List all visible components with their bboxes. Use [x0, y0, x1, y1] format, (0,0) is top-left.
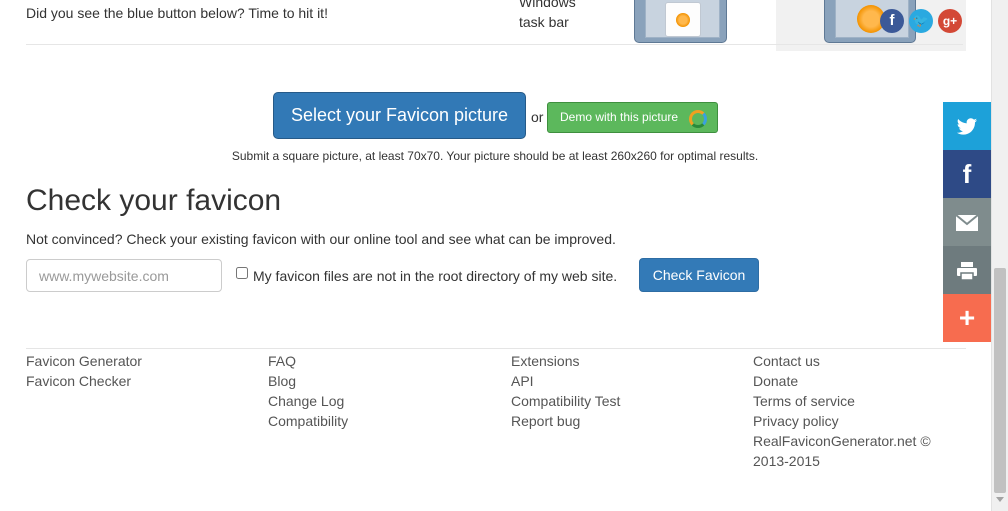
footer-link-favicon-generator[interactable]: Favicon Generator [26, 351, 142, 371]
footer-link-favicon-checker[interactable]: Favicon Checker [26, 371, 142, 391]
facebook-icon: f [880, 9, 904, 33]
footer-link-privacy[interactable]: Privacy policy [753, 411, 931, 431]
twitter-icon: 🐦 [909, 9, 933, 33]
mail-icon [955, 214, 979, 232]
footer-column-1: Favicon Generator Favicon Checker [26, 351, 142, 391]
footer-link-contact-us[interactable]: Contact us [753, 351, 931, 371]
twitter-icon [956, 118, 978, 135]
or-text: or [531, 109, 544, 125]
check-favicon-description: Not convinced? Check your existing favic… [26, 231, 616, 247]
scroll-down-icon[interactable] [996, 497, 1004, 502]
plus-icon: + [958, 302, 976, 333]
footer-link-compatibility[interactable]: Compatibility [268, 411, 348, 431]
footer-link-donate[interactable]: Donate [753, 371, 931, 391]
share-email-button[interactable] [943, 198, 991, 246]
root-directory-label[interactable]: My favicon files are not in the root dir… [253, 268, 617, 284]
check-favicon-button[interactable]: Check Favicon [639, 258, 759, 292]
footer-link-extensions[interactable]: Extensions [511, 351, 620, 371]
print-icon [957, 262, 977, 281]
footer-column-3: Extensions API Compatibility Test Report… [511, 351, 620, 431]
footer-link-report-bug[interactable]: Report bug [511, 411, 620, 431]
footer-link-blog[interactable]: Blog [268, 371, 348, 391]
footer-column-2: FAQ Blog Change Log Compatibility [268, 351, 348, 431]
footer-link-compatibility-test[interactable]: Compatibility Test [511, 391, 620, 411]
footer-link-change-log[interactable]: Change Log [268, 391, 348, 411]
website-url-input[interactable] [26, 259, 222, 292]
submit-note: Submit a square picture, at least 70x70.… [231, 149, 759, 163]
share-more-button[interactable]: + [943, 294, 991, 342]
demo-button-label: Demo with this picture [560, 110, 679, 124]
divider [26, 44, 963, 45]
facebook-icon: f [962, 159, 972, 189]
demo-button[interactable]: Demo with this picture [547, 102, 718, 133]
share-twitter-button[interactable] [943, 102, 991, 150]
footer-column-4: Contact us Donate Terms of service Priva… [753, 351, 931, 471]
check-favicon-heading: Check your favicon [26, 184, 282, 217]
google-plus-icon: g+ [938, 9, 962, 33]
footer-link-terms[interactable]: Terms of service [753, 391, 931, 411]
top-blurb: Did you see the blue button below? Time … [26, 5, 328, 21]
footer-link-api[interactable]: API [511, 371, 620, 391]
copyright-line2: 2013-2015 [753, 453, 820, 469]
footer-link-faq[interactable]: FAQ [268, 351, 348, 371]
root-directory-checkbox[interactable] [236, 267, 248, 279]
share-print-button[interactable] [943, 246, 991, 294]
scrollbar-thumb[interactable] [994, 268, 1006, 493]
footer-divider [26, 348, 966, 349]
page-scrollbar[interactable] [991, 0, 1008, 511]
copyright-line1: RealFaviconGenerator.net © [753, 433, 931, 449]
taskbar-label: Windows task bar [519, 0, 576, 32]
share-facebook-button[interactable]: f [943, 150, 991, 198]
taskbar-label-line2: task bar [519, 14, 569, 30]
taskbar-label-line1: Windows [519, 0, 576, 10]
select-favicon-button[interactable]: Select your Favicon picture [273, 92, 526, 139]
share-bar: f + [943, 102, 991, 342]
favicon-sun-icon [676, 13, 690, 27]
refresh-icon [689, 110, 707, 128]
windows-taskbar-preview [634, 0, 727, 43]
